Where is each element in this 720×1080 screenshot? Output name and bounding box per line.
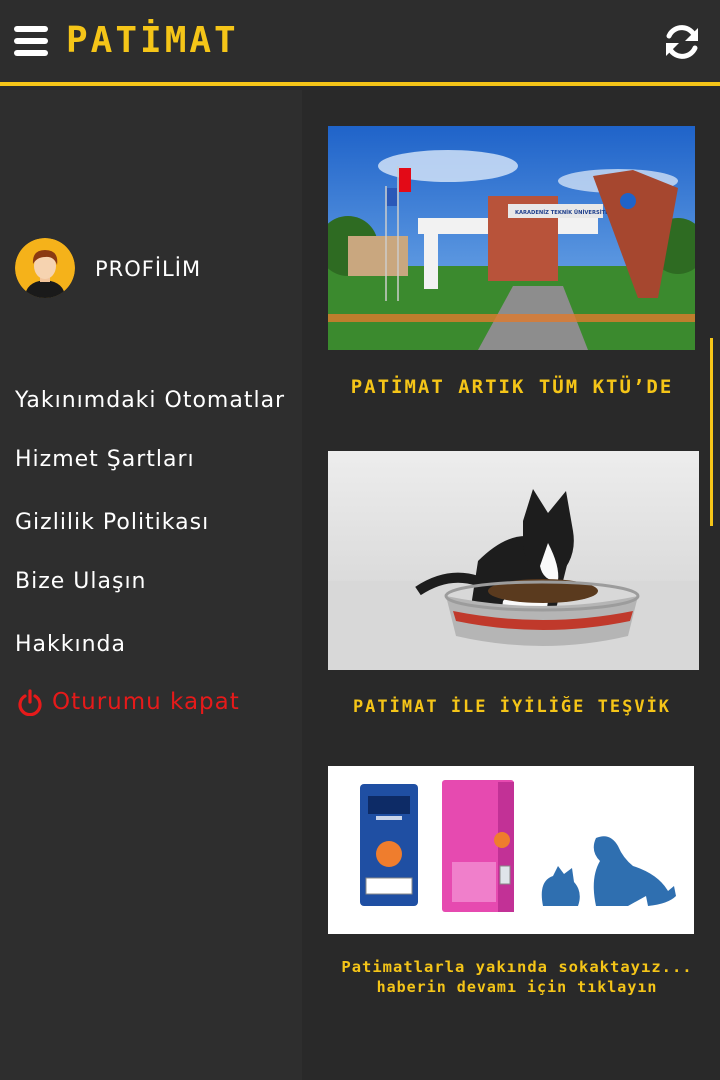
power-icon bbox=[18, 689, 42, 716]
nav-nearby-machines[interactable]: Yakınımdaki Otomatlar bbox=[15, 388, 285, 413]
gate-sign-text: KARADENİZ TEKNİK ÜNİVERSİTESİ bbox=[515, 209, 614, 216]
profile-label[interactable]: PROFİLİM bbox=[95, 257, 201, 281]
kitten-eating-image[interactable] bbox=[328, 451, 699, 670]
news-subtitle-3[interactable]: haberin devamı için tıklayın bbox=[322, 978, 712, 996]
refresh-icon[interactable] bbox=[660, 20, 704, 64]
navigation-drawer: PROFİLİM Yakınımdaki Otomatlar Hizmet Şa… bbox=[0, 90, 302, 1080]
nav-contact-us[interactable]: Bize Ulaşın bbox=[15, 569, 147, 594]
nav-privacy-policy[interactable]: Gizlilik Politikası bbox=[15, 510, 209, 535]
logout-label: Oturumu kapat bbox=[52, 689, 240, 715]
logout-button[interactable]: Oturumu kapat bbox=[16, 688, 240, 716]
app-header: PATİMAT bbox=[0, 0, 720, 86]
news-title-3[interactable]: Patimatlarla yakında sokaktayız... bbox=[322, 958, 712, 976]
scrollbar[interactable] bbox=[710, 338, 713, 526]
hamburger-menu-icon[interactable] bbox=[14, 26, 52, 60]
nav-about[interactable]: Hakkında bbox=[15, 632, 126, 657]
news-title-1[interactable]: PATİMAT ARTIK TÜM KTÜ’DE bbox=[322, 376, 702, 398]
nav-terms-of-service[interactable]: Hizmet Şartları bbox=[15, 447, 195, 472]
user-avatar-icon[interactable] bbox=[15, 238, 75, 298]
app-title: PATİMAT bbox=[66, 20, 239, 61]
university-gate-image[interactable]: KARADENİZ TEKNİK ÜNİVERSİTESİ bbox=[328, 126, 695, 350]
vending-machines-image[interactable] bbox=[328, 766, 694, 934]
news-title-2[interactable]: PATİMAT İLE İYİLİĞE TEŞVİK bbox=[322, 697, 702, 717]
